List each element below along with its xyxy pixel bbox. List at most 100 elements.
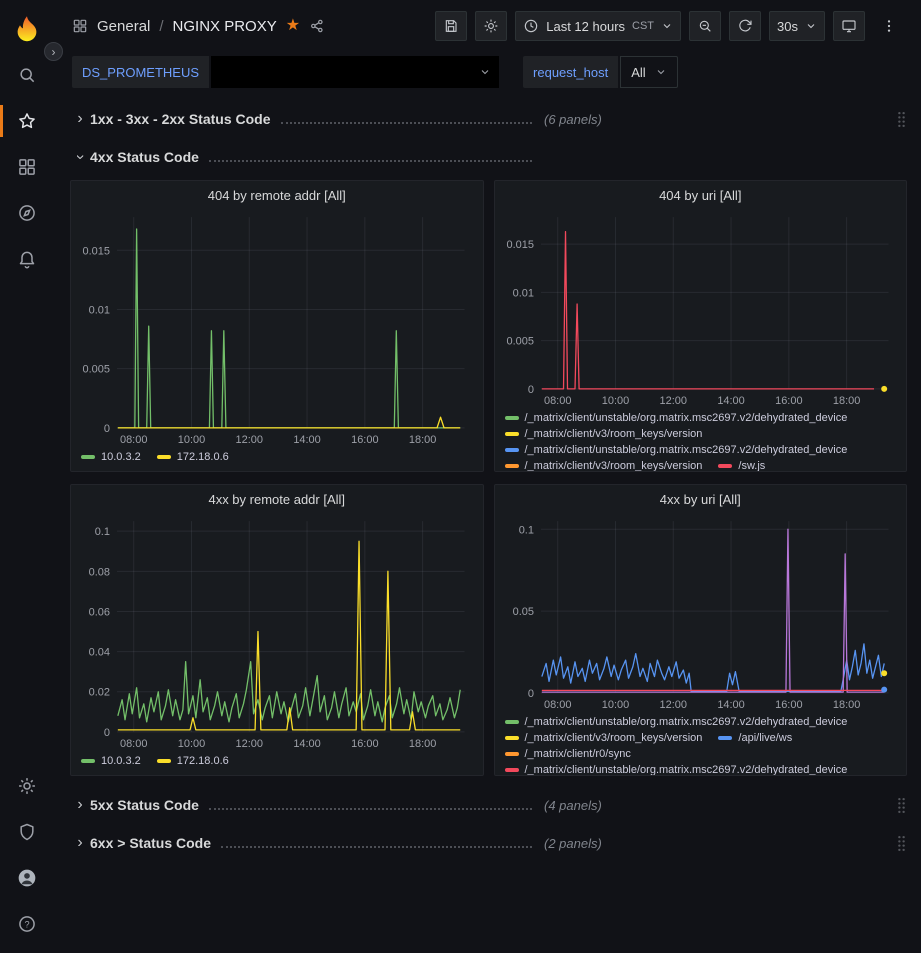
monitor-icon xyxy=(841,18,857,34)
refresh-interval-dropdown[interactable]: 30s xyxy=(769,11,825,41)
row-drag-handle[interactable] xyxy=(896,797,907,814)
panel-legend: 10.0.3.2 172.18.0.6 xyxy=(71,448,483,471)
svg-text:0.08: 0.08 xyxy=(89,566,110,578)
sidebar-expand-button[interactable]: › xyxy=(44,42,63,61)
panel-404-by-uri: 404 by uri [All] 00.0050.010.01508:0010:… xyxy=(494,180,908,472)
svg-text:12:00: 12:00 xyxy=(236,738,263,750)
chevron-down-icon xyxy=(479,66,491,78)
share-button[interactable] xyxy=(309,18,325,34)
refresh-button[interactable] xyxy=(729,11,761,41)
sidebar-item-server-admin[interactable] xyxy=(0,809,54,855)
legend-item[interactable]: /_matrix/client/unstable/org.matrix.msc2… xyxy=(505,444,848,456)
legend-swatch xyxy=(157,759,171,763)
panel-legend: /_matrix/client/unstable/org.matrix.msc2… xyxy=(495,409,907,471)
legend-item[interactable]: /_matrix/client/r0/sync xyxy=(505,748,631,760)
time-range-picker[interactable]: Last 12 hours CST xyxy=(515,11,681,41)
cycle-view-mode-button[interactable] xyxy=(833,11,865,41)
svg-text:18:00: 18:00 xyxy=(409,434,436,446)
sidebar-item-starred[interactable] xyxy=(0,98,54,144)
legend-item[interactable]: /api/live/ws xyxy=(718,732,792,744)
sidebar: › xyxy=(0,0,54,953)
legend-item[interactable]: /sw.js xyxy=(718,460,765,471)
legend-item[interactable]: /_matrix/client/unstable/org.matrix.msc2… xyxy=(505,412,848,424)
svg-text:0.06: 0.06 xyxy=(89,606,110,618)
panel-4xx-by-remote-addr: 4xx by remote addr [All] 00.020.040.060.… xyxy=(70,484,484,776)
variable-select-datasource[interactable] xyxy=(211,56,499,88)
compass-icon xyxy=(17,203,37,223)
panel-title[interactable]: 404 by remote addr [All] xyxy=(71,181,483,209)
clock-icon xyxy=(523,18,539,34)
svg-text:0.01: 0.01 xyxy=(512,287,533,299)
row-chevron-icon: › xyxy=(70,835,90,851)
svg-text:12:00: 12:00 xyxy=(659,395,686,407)
panel-title[interactable]: 4xx by remote addr [All] xyxy=(71,485,483,513)
sidebar-item-profile[interactable] xyxy=(0,855,54,901)
sidebar-item-explore[interactable] xyxy=(0,190,54,236)
row-chevron-icon: › xyxy=(70,797,90,813)
variable-select-request-host[interactable]: All xyxy=(620,56,677,88)
dashboard-settings-button[interactable] xyxy=(475,11,507,41)
save-dashboard-button[interactable] xyxy=(435,11,467,41)
sidebar-item-alerting[interactable] xyxy=(0,236,54,282)
time-series-chart[interactable]: 00.020.040.060.080.108:0010:0012:0014:00… xyxy=(73,513,477,752)
sidebar-item-search[interactable] xyxy=(0,52,54,98)
legend-swatch xyxy=(81,455,95,459)
svg-text:16:00: 16:00 xyxy=(351,434,378,446)
legend-label: /_matrix/client/unstable/org.matrix.msc2… xyxy=(525,412,848,424)
breadcrumb-folder[interactable]: General xyxy=(97,18,150,35)
grip-dots-icon xyxy=(896,797,907,814)
top-navbar: General / NGINX PROXY ★ xyxy=(54,0,921,52)
sidebar-item-configuration[interactable] xyxy=(0,763,54,809)
chart-area: 00.050.108:0010:0012:0014:0016:0018:00 xyxy=(497,513,901,713)
chevron-down-icon xyxy=(805,20,817,32)
svg-text:0.005: 0.005 xyxy=(83,364,110,376)
time-range-label: Last 12 hours xyxy=(546,19,625,34)
zoom-out-button[interactable] xyxy=(689,11,721,41)
legend-label: 10.0.3.2 xyxy=(101,755,141,767)
breadcrumb: General / NGINX PROXY ★ xyxy=(72,18,325,35)
dashboard-row-4xx[interactable]: › 4xx Status Code xyxy=(70,142,907,172)
svg-text:14:00: 14:00 xyxy=(717,699,744,711)
legend-item[interactable]: 172.18.0.6 xyxy=(157,755,229,767)
variable-label-datasource: DS_PROMETHEUS xyxy=(72,56,209,88)
legend-item[interactable]: /_matrix/client/v3/room_keys/version xyxy=(505,460,703,471)
legend-item[interactable]: /_matrix/client/v3/room_keys/version xyxy=(505,428,703,440)
sidebar-item-dashboards[interactable] xyxy=(0,144,54,190)
dashboard-row-1xx-3xx-2xx[interactable]: › 1xx - 3xx - 2xx Status Code (6 panels) xyxy=(70,104,907,134)
grip-dots-icon xyxy=(896,835,907,852)
row-left: › 1xx - 3xx - 2xx Status Code xyxy=(70,111,542,127)
breadcrumb-separator: / xyxy=(159,18,163,35)
svg-text:0.04: 0.04 xyxy=(89,647,110,659)
kebab-menu-button[interactable] xyxy=(873,11,905,41)
row-left: › 6xx > Status Code xyxy=(70,835,542,851)
sidebar-item-help[interactable]: ? xyxy=(0,901,54,947)
dashboard-row-5xx[interactable]: › 5xx Status Code (4 panels) xyxy=(70,790,907,820)
svg-text:08:00: 08:00 xyxy=(120,434,147,446)
shield-icon xyxy=(17,822,37,842)
time-series-chart[interactable]: 00.050.108:0010:0012:0014:0016:0018:00 xyxy=(497,513,901,713)
row-drag-handle[interactable] xyxy=(896,111,907,128)
svg-text:08:00: 08:00 xyxy=(543,699,570,711)
legend-item[interactable]: /_matrix/client/v3/room_keys/version xyxy=(505,732,703,744)
panel-title[interactable]: 4xx by uri [All] xyxy=(495,485,907,513)
legend-item[interactable]: 10.0.3.2 xyxy=(81,451,141,463)
svg-text:14:00: 14:00 xyxy=(293,434,320,446)
panel-title[interactable]: 404 by uri [All] xyxy=(495,181,907,209)
row-left: › 4xx Status Code xyxy=(70,149,542,165)
time-series-chart[interactable]: 00.0050.010.01508:0010:0012:0014:0016:00… xyxy=(497,209,901,409)
legend-item[interactable]: 10.0.3.2 xyxy=(81,755,141,767)
legend-item[interactable]: /_matrix/client/unstable/org.matrix.msc2… xyxy=(505,764,848,775)
svg-text:0.015: 0.015 xyxy=(83,245,110,257)
variable-request-host: request_host All xyxy=(523,56,678,88)
svg-text:0: 0 xyxy=(104,727,110,739)
svg-text:14:00: 14:00 xyxy=(293,738,320,750)
legend-item[interactable]: /_matrix/client/unstable/org.matrix.msc2… xyxy=(505,716,848,728)
dashboard-row-6xx[interactable]: › 6xx > Status Code (2 panels) xyxy=(70,828,907,858)
legend-swatch xyxy=(505,464,519,468)
row-drag-handle[interactable] xyxy=(896,835,907,852)
dashboard-title[interactable]: NGINX PROXY xyxy=(173,18,277,35)
favorite-star-icon[interactable]: ★ xyxy=(286,18,300,34)
time-series-chart[interactable]: 00.0050.010.01508:0010:0012:0014:0016:00… xyxy=(73,209,477,448)
legend-label: /_matrix/client/r0/sync xyxy=(525,748,631,760)
legend-item[interactable]: 172.18.0.6 xyxy=(157,451,229,463)
